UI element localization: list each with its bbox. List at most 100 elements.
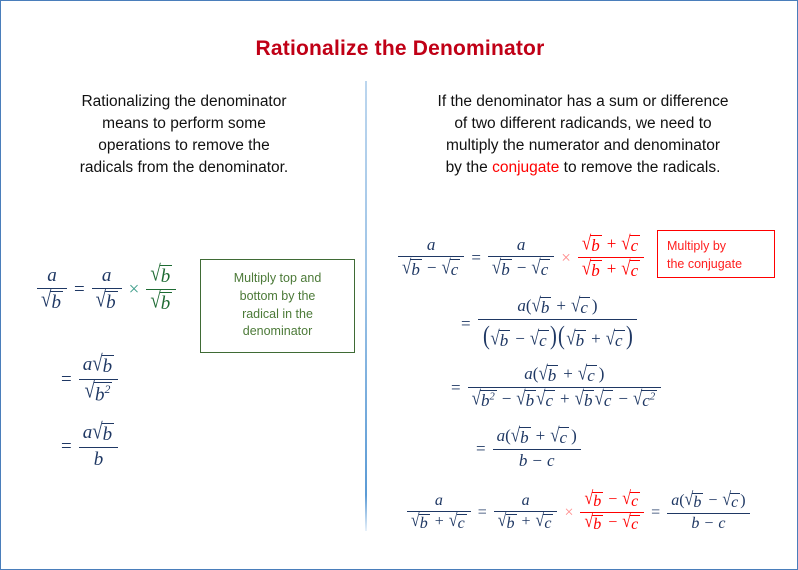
minus-sign: − [516, 258, 527, 278]
left-description-line-2: means to perform some [102, 115, 266, 132]
right-conjugate-numerator: √ b + √ c [578, 231, 644, 257]
right-rhs-fraction: a √ b − √ c [486, 234, 556, 281]
right-description-line-3: multiply the numerator and denominator [446, 137, 720, 154]
bottom-rhs-fraction: a √ b + √ c [492, 491, 560, 534]
radical-sign-icon: √ [92, 351, 103, 377]
plus-sign: + [535, 426, 546, 445]
radical-sign-icon: √ [605, 326, 616, 350]
radical-sign-icon: √ [84, 378, 95, 404]
radical-sign-icon: √ [622, 512, 632, 533]
right-rhs-numerator: a [516, 235, 526, 254]
right-equation-step-4: = a ( √ b + √ c ) b − c [471, 423, 583, 472]
radical-sign-icon: √ [92, 419, 103, 445]
callout-green-line-1: Multiply top and [233, 271, 322, 285]
radical-c: √ c [535, 511, 554, 533]
left-description-line-4: radicals from the denominator. [79, 159, 289, 176]
equals-sign: = [73, 278, 85, 300]
callout-red-line-2: the conjugate [667, 256, 743, 271]
minus-sign: − [501, 389, 512, 409]
panel-divider [365, 81, 367, 531]
radical-b: √ b [150, 288, 173, 315]
radical-c: √ c [722, 489, 741, 511]
radical-c: √ c [550, 423, 570, 447]
bottom-lhs-numerator: a [434, 492, 443, 509]
times-sign: × [564, 503, 574, 521]
minus-sign: − [515, 329, 525, 349]
left-step2-denominator: √ b2 [81, 378, 117, 407]
radical-sign-icon: √ [581, 231, 592, 255]
equals-sign: = [476, 438, 486, 458]
radical-c: √ c [605, 326, 625, 351]
radical-sign-icon: √ [516, 386, 526, 410]
paren-open: ( [482, 321, 490, 351]
line4-before: by the [445, 159, 493, 176]
plus-sign: + [434, 513, 444, 531]
right-step2-denominator: ( √ b − √ c ) ( √ b + √ c) [478, 320, 638, 352]
radical-sign-icon: √ [150, 261, 161, 287]
paren-close: ) [740, 492, 746, 509]
bottom-rhs-numerator: a [521, 492, 530, 509]
plus-sign: + [563, 364, 573, 383]
radical-b: √ b [41, 287, 63, 314]
radical-sign-icon: √ [722, 489, 732, 510]
callout-red-line-1: Multiply by [667, 239, 727, 253]
left-description-line-3: operations to remove the [98, 137, 270, 154]
bottom-result-fraction: a ( √ b − √ c ) b − c [665, 489, 751, 534]
radical-sign-icon: √ [584, 512, 594, 533]
bottom-result-numerator: a ( √ b − √ c ) [671, 489, 746, 511]
equals-sign: = [461, 313, 471, 333]
radical-sign-icon: √ [594, 386, 604, 410]
radical-sign-icon: √ [497, 511, 507, 532]
right-description-line-2: of two different radicands, we need to [454, 115, 712, 132]
right-equation-step-3: = a ( √ b + √ c ) √ b2 − √ b √ c + √ b √… [446, 361, 663, 412]
radical-sign-icon: √ [574, 386, 584, 410]
right-equation-step-1: a √ b − √ c = a √ b − √ c × √ b + √ c √ … [396, 231, 646, 282]
paren-close: ) [571, 426, 577, 445]
radical-sign-icon: √ [529, 326, 540, 350]
minus-sign: − [608, 491, 618, 508]
equals-sign: = [451, 377, 461, 397]
radical-sign-icon: √ [531, 255, 541, 279]
radical-c: √ c [571, 293, 590, 317]
callout-green-line-2: bottom by the [239, 288, 316, 303]
radical-c: √ c [621, 256, 641, 281]
conjugate-highlight: conjugate [492, 159, 560, 176]
bottom-conjugate-denominator: √ b − √ c [580, 512, 644, 535]
radical-sign-icon: √ [621, 231, 631, 255]
radical-sign-icon: √ [402, 255, 412, 279]
paren-close: ) [598, 364, 605, 383]
bottom-summary-equation: a √ b + √ c = a √ b + √ c × √ b − √ c √ … [405, 488, 752, 535]
radical-b: √ b [95, 287, 118, 314]
equals-sign: = [477, 503, 487, 521]
page-title: Rationalize the Denominator [255, 37, 545, 60]
radical-sign-icon: √ [531, 293, 541, 317]
radical-c: √ c [621, 231, 641, 255]
left-step2-fraction: a √ b √ b2 [77, 351, 120, 408]
radical-b: √ b [411, 511, 430, 533]
plus-sign: + [606, 234, 617, 253]
right-step4-fraction: a ( √ b + √ c ) b − c [491, 423, 583, 472]
bottom-lhs-fraction: a √ b + √ c [405, 491, 473, 534]
equals-sign: = [651, 503, 661, 521]
radical-b: √ b [491, 255, 512, 280]
radical-b: √ b [516, 386, 537, 411]
radical-sign-icon: √ [441, 255, 451, 279]
left-equation-step-3: = a √ b b [56, 419, 120, 472]
radical-b: √ b [581, 256, 602, 281]
right-step3-denominator: √ b2 − √ b √ c + √ b √ c − √ c2 [468, 386, 662, 412]
radical-b: √ b [584, 488, 604, 510]
radical-b: √ b [566, 326, 587, 351]
times-sign: × [561, 247, 571, 267]
radical-b-squared: √ b2 [84, 378, 113, 406]
left-step3-numerator: a √ b [82, 419, 115, 445]
radical-sign-icon: √ [41, 287, 52, 313]
bottom-conjugate-numerator: √ b − √ c [580, 488, 644, 512]
radical-c: √ c [531, 255, 551, 280]
bottom-result-denominator: b − c [691, 515, 726, 533]
minus-sign: − [532, 451, 542, 471]
right-description-line-4: by the conjugate to remove the radicals. [373, 157, 793, 179]
right-lhs-denominator: √ b − √ c [398, 255, 464, 281]
paren-close: ) [625, 321, 633, 351]
radical-sign-icon: √ [411, 511, 420, 532]
radical-b: √ b [538, 361, 559, 385]
